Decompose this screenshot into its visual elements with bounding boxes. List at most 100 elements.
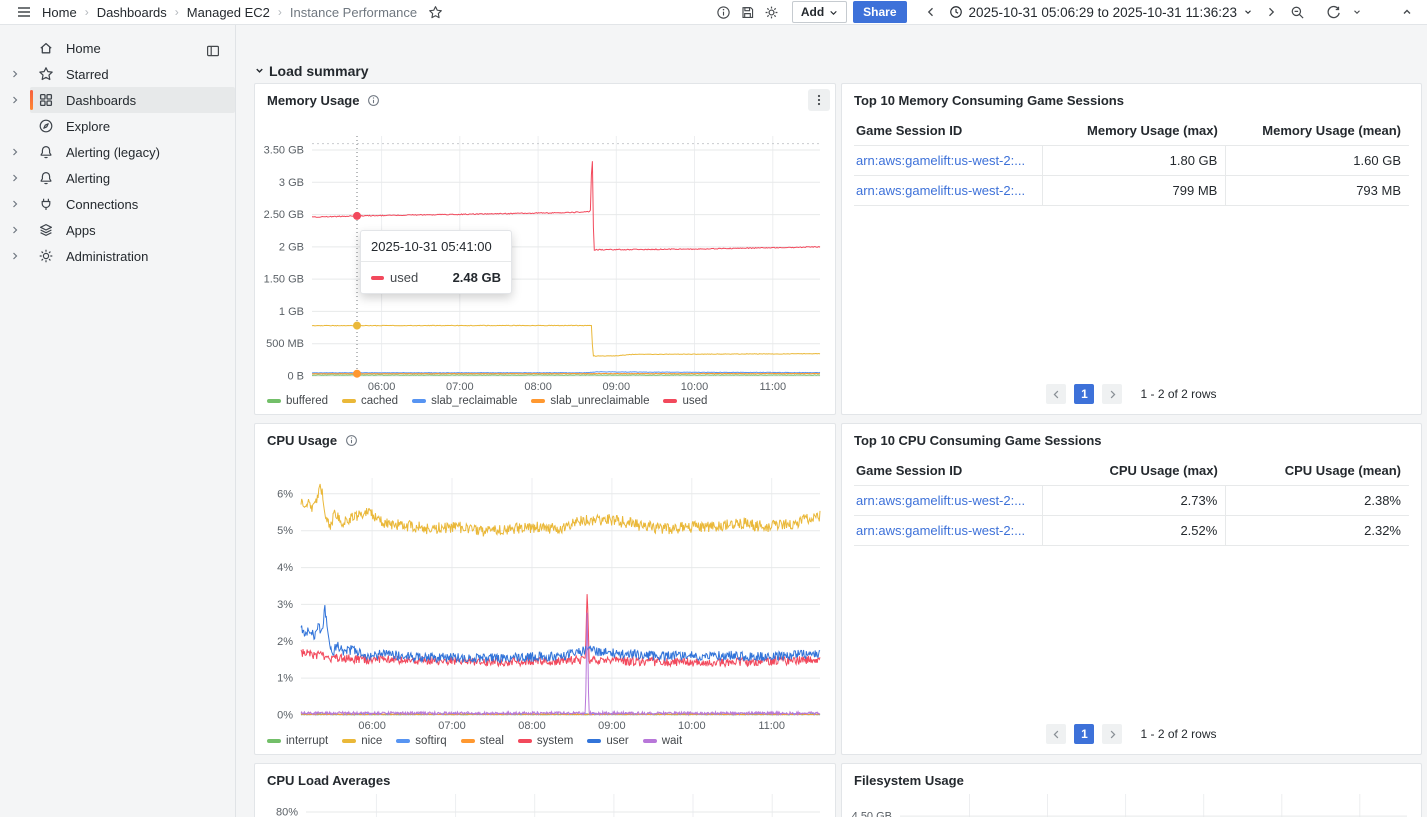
zoom-out-time-icon[interactable] (1285, 1, 1309, 23)
legend-item-interrupt[interactable]: interrupt (267, 735, 328, 747)
memory-plot: 06:00 07:00 08:00 09:00 10:00 11:00 0 B 500 MB 1… (264, 136, 821, 393)
legend-item-user[interactable]: user (587, 735, 629, 747)
panel-header[interactable]: Top 10 Memory Consuming Game Sessions (842, 84, 1421, 108)
section-title: Load summary (269, 62, 369, 79)
pagination-next-icon[interactable] (1102, 384, 1123, 404)
cpu-usage-chart[interactable]: 06:00 07:00 08:00 09:00 10:00 11:00 0% 1% 2% 3% 4%… (261, 458, 827, 741)
refresh-icon[interactable] (1321, 1, 1345, 23)
panel-title[interactable]: Memory Usage (267, 93, 359, 108)
breadcrumb-home[interactable]: Home (42, 5, 77, 20)
time-range-picker[interactable]: 2025-10-31 05:06:29 to 2025-10-31 11:36:… (943, 1, 1259, 23)
legend-item-slab_reclaimable[interactable]: slab_reclaimable (412, 395, 517, 407)
cpu-load-averages-chart[interactable]: 80%70% (261, 794, 827, 817)
sidebar-item-starred[interactable]: Starred (0, 61, 235, 87)
panel-header[interactable]: Memory Usage (255, 84, 835, 108)
panel-header[interactable]: Filesystem Usage (842, 764, 1421, 788)
pagination-prev-icon[interactable] (1046, 384, 1067, 404)
pagination-page-1[interactable]: 1 (1074, 724, 1095, 744)
sidebar-item-surface[interactable]: Starred (30, 61, 235, 87)
panel-header[interactable]: CPU Load Averages (255, 764, 835, 788)
sidebar-item-dashboards[interactable]: Dashboards (0, 87, 235, 113)
sidebar-item-apps[interactable]: Apps (0, 217, 235, 243)
chevron-right-icon[interactable] (0, 224, 30, 236)
legend-item-system[interactable]: system (517, 735, 573, 747)
info-icon[interactable] (367, 94, 380, 107)
game-session-link[interactable]: arn:aws:gamelift:us-west-2:... (856, 183, 1034, 198)
chevron-right-icon[interactable] (0, 146, 30, 158)
legend-item-wait[interactable]: wait (642, 735, 682, 747)
sidebar-item-surface[interactable]: Connections (30, 191, 235, 217)
sidebar-item-surface[interactable]: Administration (30, 243, 235, 269)
chevron-right-icon[interactable] (0, 172, 30, 184)
chevron-down-icon (256, 68, 263, 73)
game-session-link[interactable]: arn:aws:gamelift:us-west-2:... (856, 523, 1034, 538)
legend-item-steal[interactable]: steal (460, 735, 504, 747)
refresh-interval-dropdown-icon[interactable] (1345, 1, 1369, 23)
breadcrumb-managed-ec2[interactable]: Managed EC2 (187, 5, 270, 20)
chevron-right-icon[interactable] (0, 68, 30, 80)
panel-title[interactable]: CPU Usage (267, 433, 337, 448)
legend-item-used[interactable]: used (663, 395, 707, 407)
sidebar-item-alerting[interactable]: Alerting (0, 165, 235, 191)
sidebar-item-surface[interactable]: Alerting (30, 165, 235, 191)
column-header-memory-max[interactable]: Memory Usage (max) (1042, 116, 1226, 146)
collapse-controls-icon[interactable] (1395, 1, 1419, 23)
info-icon[interactable] (345, 434, 358, 447)
chevron-right-icon[interactable] (0, 94, 30, 106)
sidebar-item-explore[interactable]: Explore (0, 113, 235, 139)
legend-item-buffered[interactable]: buffered (267, 395, 328, 407)
save-dashboard-icon[interactable] (736, 1, 760, 23)
legend-item-nice[interactable]: nice (342, 735, 382, 747)
column-header-game-session-id[interactable]: Game Session ID (854, 116, 1043, 146)
sidebar-item-label: Home (66, 40, 101, 56)
time-range-back-icon[interactable] (919, 1, 943, 23)
panel-info-icon[interactable] (712, 1, 736, 23)
sidebar-item-surface[interactable]: Apps (30, 217, 235, 243)
filesystem-usage-chart[interactable]: 4.50 GB4 GB (848, 794, 1414, 817)
share-button[interactable]: Share (853, 1, 907, 23)
series-nice (300, 483, 821, 537)
hamburger-menu-icon[interactable] (12, 1, 36, 23)
sidebar-item-surface[interactable]: Dashboards (30, 87, 235, 113)
row-load-summary[interactable]: Load summary (254, 58, 1422, 83)
series-user (300, 605, 821, 664)
series-slab_reclaimable (311, 371, 821, 374)
table-row: arn:aws:gamelift:us-west-2:... 2.52% 2.3… (854, 515, 1409, 546)
column-header-cpu-max[interactable]: CPU Usage (max) (1042, 456, 1226, 486)
sidebar-item-administration[interactable]: Administration (0, 243, 235, 269)
breadcrumb-dashboards[interactable]: Dashboards (97, 5, 167, 20)
pagination-next-icon[interactable] (1102, 724, 1123, 744)
panel-title[interactable]: Filesystem Usage (854, 773, 964, 788)
legend-item-softirq[interactable]: softirq (396, 735, 447, 747)
column-header-game-session-id[interactable]: Game Session ID (854, 456, 1043, 486)
column-header-memory-mean[interactable]: Memory Usage (mean) (1225, 116, 1409, 146)
game-session-link[interactable]: arn:aws:gamelift:us-west-2:... (856, 153, 1034, 168)
column-header-cpu-mean[interactable]: CPU Usage (mean) (1225, 456, 1409, 486)
dashboard-settings-gear-icon[interactable] (760, 1, 784, 23)
panel-header[interactable]: CPU Usage (255, 424, 835, 448)
panel-menu-kebab-icon[interactable] (808, 89, 830, 111)
time-range-forward-icon[interactable] (1259, 1, 1283, 23)
legend-item-cached[interactable]: cached (342, 395, 398, 407)
sidebar-item-surface[interactable]: Alerting (legacy) (30, 139, 235, 165)
panel-title[interactable]: Top 10 Memory Consuming Game Sessions (854, 93, 1124, 108)
pagination-page-1[interactable]: 1 (1074, 384, 1095, 404)
game-session-link[interactable]: arn:aws:gamelift:us-west-2:... (856, 493, 1034, 508)
legend-item-slab_unreclaimable[interactable]: slab_unreclaimable (531, 395, 649, 407)
memory-usage-chart[interactable]: 06:00 07:00 08:00 09:00 10:00 11:00 0 B 500 MB 1… (261, 118, 827, 401)
sidebar-item-alerting-legacy[interactable]: Alerting (legacy) (0, 139, 235, 165)
pagination-prev-icon[interactable] (1046, 724, 1067, 744)
legend-label: cached (361, 395, 399, 407)
chevron-right-icon[interactable] (0, 250, 30, 262)
favorite-star-icon[interactable] (423, 1, 447, 23)
add-button[interactable]: Add (791, 1, 848, 23)
panel-header[interactable]: Top 10 CPU Consuming Game Sessions (842, 424, 1421, 448)
panel-title[interactable]: Top 10 CPU Consuming Game Sessions (854, 433, 1102, 448)
sidebar-item-surface[interactable]: Explore (30, 113, 235, 139)
collapse-sidebar-icon[interactable] (201, 40, 225, 62)
chevron-right-icon[interactable] (0, 198, 30, 210)
panel-title[interactable]: CPU Load Averages (267, 773, 390, 788)
tooltip-series-name: used (390, 270, 419, 285)
sidebar-item-connections[interactable]: Connections (0, 191, 235, 217)
sidebar-item-home[interactable]: Home (0, 35, 235, 61)
